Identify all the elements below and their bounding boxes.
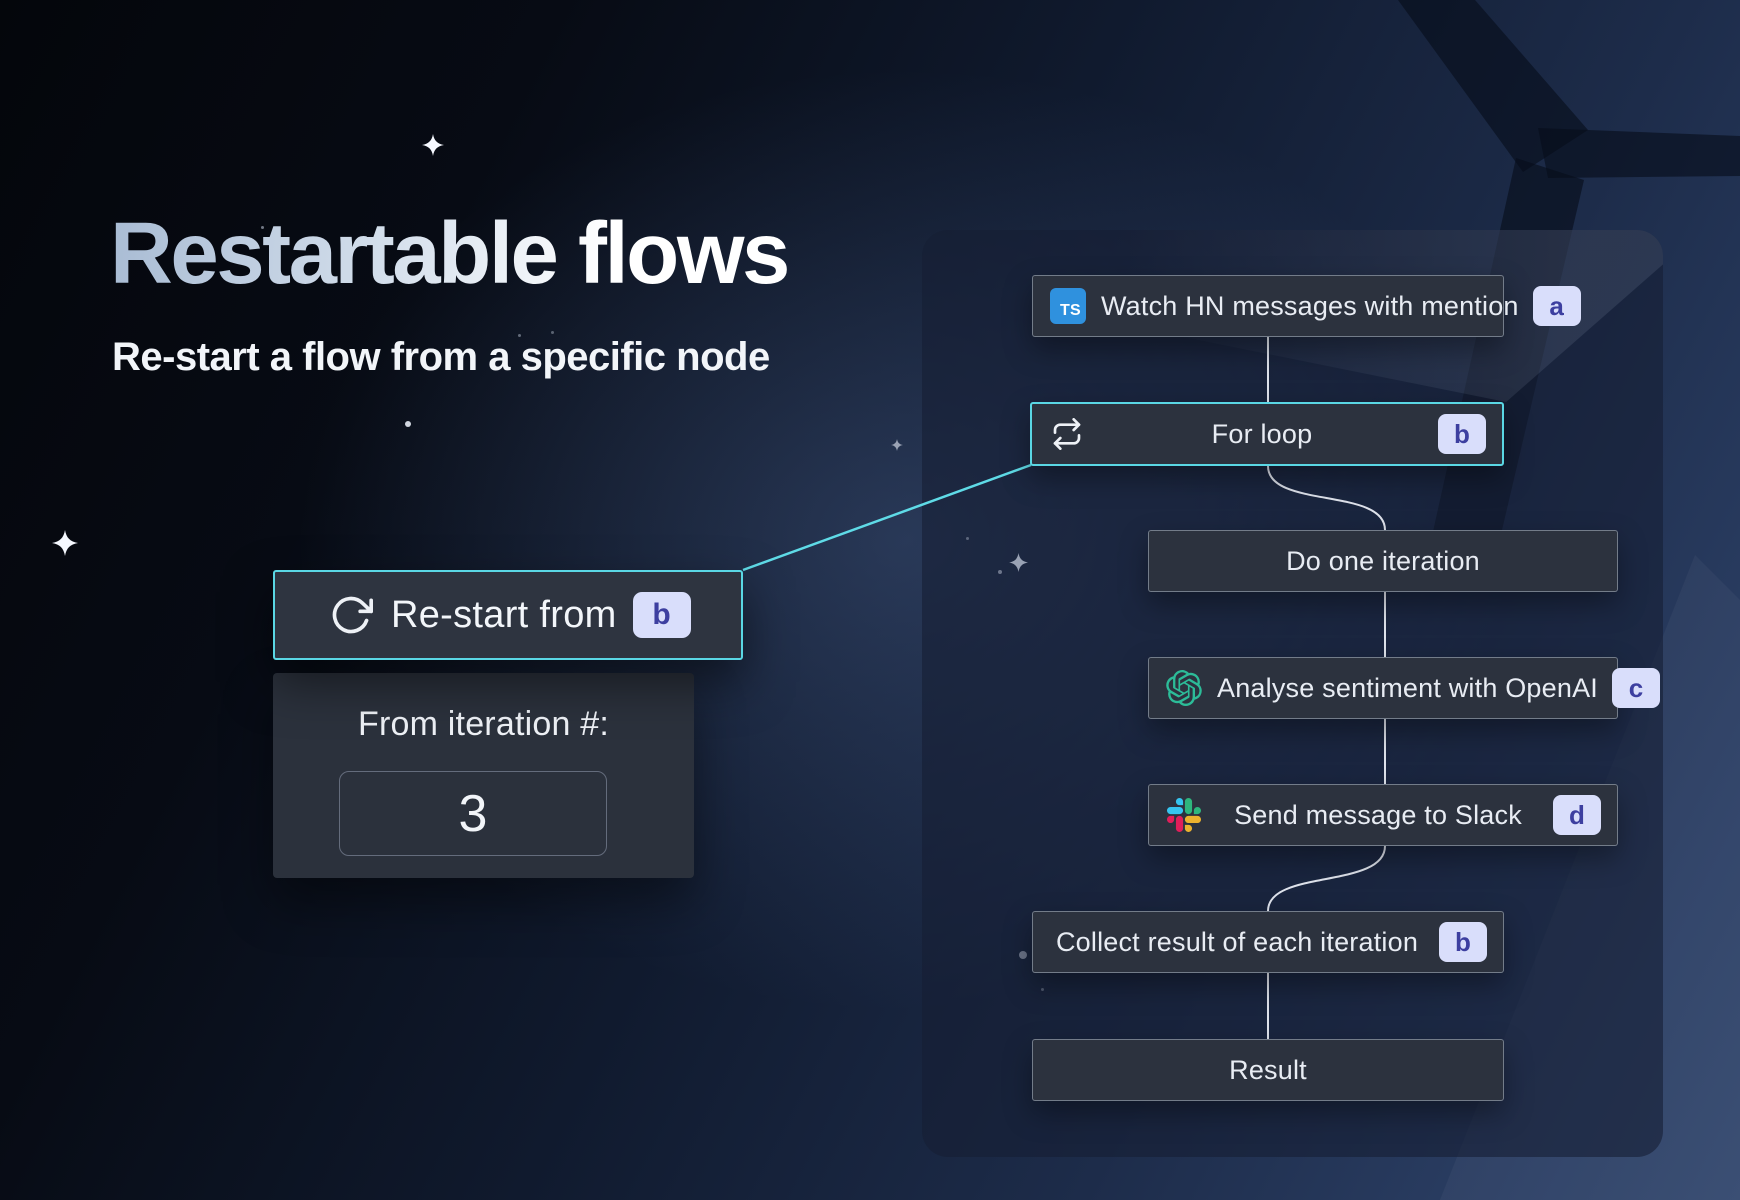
node-label: Watch HN messages with mention xyxy=(1101,291,1519,322)
flow-node-collect-results[interactable]: Collect result of each iteration b xyxy=(1032,911,1504,973)
node-badge: b xyxy=(1439,922,1487,962)
typescript-icon: TS xyxy=(1049,287,1087,325)
flow-node-do-one-iteration[interactable]: Do one iteration xyxy=(1148,530,1618,592)
hero-section: Restartable flows Re-start a flow from a… xyxy=(110,208,788,380)
flow-node-send-slack-message[interactable]: Send message to Slack d xyxy=(1148,784,1618,846)
flow-node-watch-hn-messages[interactable]: TS Watch HN messages with mention a xyxy=(1032,275,1504,337)
node-badge: b xyxy=(1438,414,1486,454)
node-badge: c xyxy=(1612,668,1660,708)
iteration-card: From iteration #: 3 xyxy=(273,673,694,878)
openai-icon xyxy=(1165,669,1203,707)
node-label: Send message to Slack xyxy=(1217,800,1539,831)
node-label: Result xyxy=(1049,1055,1487,1086)
star-dot xyxy=(405,421,411,427)
typescript-icon-text: TS xyxy=(1050,288,1086,324)
flow-node-analyse-sentiment[interactable]: Analyse sentiment with OpenAI c xyxy=(1148,657,1618,719)
sparkle-star-icon xyxy=(422,134,444,156)
page-title: Restartable flows xyxy=(110,208,788,299)
page-subtitle: Re-start a flow from a specific node xyxy=(112,335,788,380)
sparkle-star-icon xyxy=(891,439,903,451)
node-badge: a xyxy=(1533,286,1581,326)
node-badge: d xyxy=(1553,795,1601,835)
flow-node-result[interactable]: Result xyxy=(1032,1039,1504,1101)
restart-card-label: Re-start from xyxy=(391,594,617,637)
loop-icon xyxy=(1048,415,1086,453)
node-label: Do one iteration xyxy=(1165,546,1601,577)
flow-node-for-loop[interactable]: For loop b xyxy=(1030,402,1504,466)
sparkle-star-icon xyxy=(52,530,78,556)
iteration-card-label: From iteration #: xyxy=(273,705,694,744)
node-label: Collect result of each iteration xyxy=(1049,927,1425,958)
page-background: Restartable flows Re-start a flow from a… xyxy=(0,0,1740,1200)
restart-from-card[interactable]: Re-start from b xyxy=(273,570,743,660)
slack-icon xyxy=(1165,796,1203,834)
node-label: Analyse sentiment with OpenAI xyxy=(1217,673,1598,704)
restart-card-badge: b xyxy=(633,592,691,638)
iteration-number-input[interactable]: 3 xyxy=(339,771,607,856)
node-label: For loop xyxy=(1100,419,1424,450)
refresh-icon xyxy=(327,591,375,639)
